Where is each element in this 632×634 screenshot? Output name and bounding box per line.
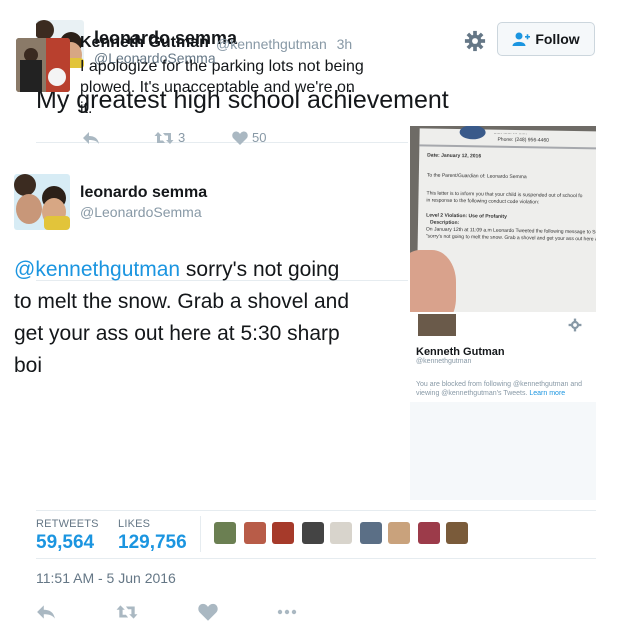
- original-handle-text: @kennethgutman: [216, 36, 327, 52]
- gear-icon[interactable]: [464, 30, 486, 52]
- retweet-icon: [154, 131, 174, 144]
- like-icon: [232, 131, 248, 145]
- original-retweets: 3: [154, 130, 185, 145]
- original-author-name: Kenneth Gutman: [80, 34, 209, 51]
- letter-date: Date: January 12, 2016: [427, 152, 482, 160]
- liker-avatar[interactable]: [330, 522, 352, 544]
- more-icon[interactable]: [276, 602, 298, 622]
- original-likes: 50: [232, 130, 266, 145]
- reply-author-name: leonardo semma: [80, 184, 208, 201]
- liker-avatar[interactable]: [214, 522, 236, 544]
- follow-label: Follow: [535, 31, 580, 47]
- avatar: [418, 314, 456, 336]
- original-time: 3h: [336, 36, 353, 52]
- divider: [36, 558, 596, 559]
- retweets-label[interactable]: RETWEETS: [36, 518, 99, 530]
- likes-label[interactable]: LIKES: [118, 518, 150, 530]
- divider: [36, 510, 596, 511]
- liker-avatar[interactable]: [302, 522, 324, 544]
- learn-more-link: Learn more: [529, 390, 566, 397]
- blocked-notice: You are blocked from following @kennethg…: [416, 380, 591, 398]
- liker-avatar[interactable]: [244, 522, 266, 544]
- reply-author-handle: @LeonardoSemma: [80, 204, 202, 220]
- liker-avatar[interactable]: [272, 522, 294, 544]
- profile-snippet: [410, 312, 596, 500]
- avatar: [14, 174, 70, 230]
- avatar: [16, 38, 70, 92]
- original-retweet-count: 3: [178, 130, 186, 145]
- likes-count[interactable]: 129,756: [118, 532, 187, 554]
- reply-mention: @kennethgutman: [14, 258, 181, 281]
- letter-body-2: in response to the following conduct cod…: [426, 197, 540, 206]
- follow-user-icon: [512, 32, 531, 46]
- liker-avatar[interactable]: [360, 522, 382, 544]
- retweet-icon[interactable]: [116, 602, 138, 622]
- letter-address: ...... ...... ... ......: [493, 129, 527, 137]
- divider: [200, 516, 201, 552]
- follow-button[interactable]: Follow: [497, 22, 595, 56]
- liker-avatar[interactable]: [388, 522, 410, 544]
- reply-icon[interactable]: [36, 602, 56, 622]
- original-tweet-text: I apologize for the parking lots not bei…: [80, 58, 364, 117]
- reply-icon: [83, 132, 99, 144]
- letter-to: To the Parent/Guardian of: Leonardo Semm…: [426, 172, 527, 181]
- original-like-count: 50: [252, 130, 267, 145]
- profile-name: Kenneth Gutman: [416, 346, 505, 358]
- reply-tweet-text: @kennethgutman sorry's not going to melt…: [14, 254, 354, 382]
- tweet-timestamp[interactable]: 11:51 AM - 5 Jun 2016: [36, 570, 176, 586]
- original-author-handle: @kennethgutman 3h: [216, 36, 352, 52]
- thumb: [410, 250, 456, 312]
- letter-phone: Phone: (248) 956-4460: [497, 136, 549, 144]
- suspension-letter-photo: ...... ...... ... ...... Phone: (248) 95…: [410, 126, 596, 312]
- gear-icon: [568, 318, 582, 332]
- letter-description: Description:: [429, 219, 460, 227]
- retweets-count[interactable]: 59,564: [36, 532, 94, 554]
- profile-handle: @kennethgutman: [416, 358, 472, 365]
- like-icon[interactable]: [198, 602, 218, 622]
- liker-avatar[interactable]: [418, 522, 440, 544]
- liker-avatar[interactable]: [446, 522, 468, 544]
